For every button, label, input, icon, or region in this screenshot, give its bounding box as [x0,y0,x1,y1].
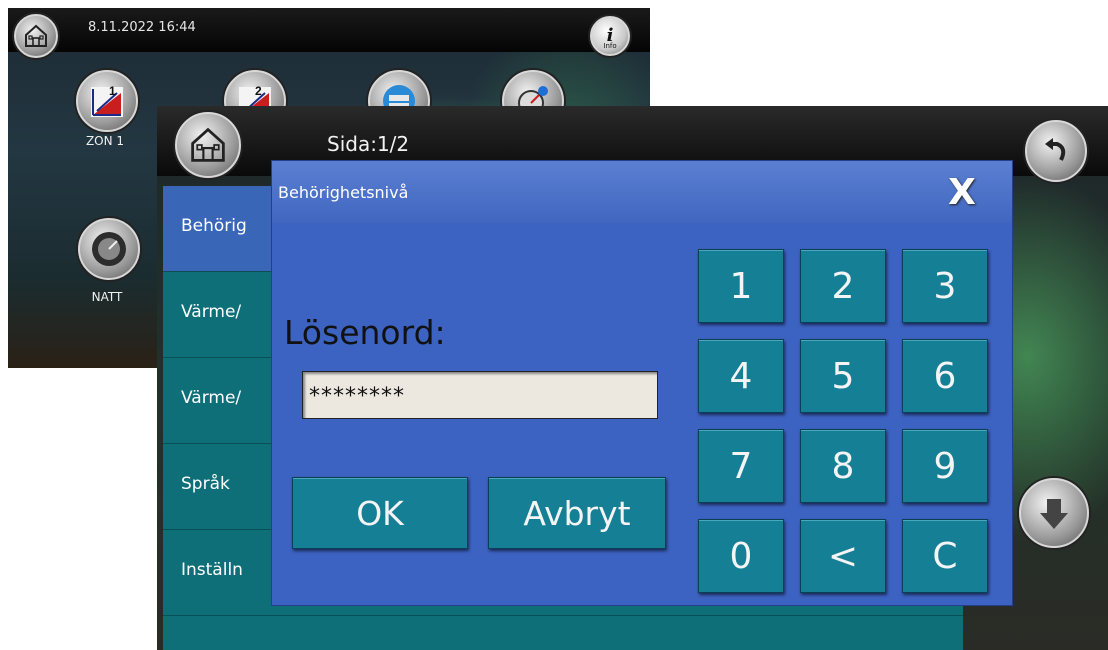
cancel-button[interactable]: Avbryt [488,477,666,549]
down-arrow-icon [1040,499,1068,529]
close-button[interactable]: X [938,169,986,217]
key-5[interactable]: 5 [800,339,886,413]
home-icon [191,127,225,162]
password-label: Lösenord: [284,313,446,352]
key-1[interactable]: 1 [698,249,784,323]
key-clear[interactable]: C [902,519,988,593]
back-button[interactable] [1025,120,1087,182]
key-backspace[interactable]: < [800,519,886,593]
zone1-button[interactable]: 1 [76,70,138,132]
night-dial-icon [92,232,126,266]
access-level-dialog: Behörighetsnivå X Lösenord: ******** OK … [271,160,1013,606]
front-home-button[interactable] [175,112,241,178]
back-arrow-icon [1045,138,1066,161]
key-6[interactable]: 6 [902,339,988,413]
zone2-badge: 2 [255,84,262,98]
key-0[interactable]: 0 [698,519,784,593]
scroll-down-button[interactable] [1019,478,1089,548]
natt-label: NATT [91,290,123,304]
key-3[interactable]: 3 [902,249,988,323]
dialog-title: Behörighetsnivå [278,183,409,202]
key-4[interactable]: 4 [698,339,784,413]
info-button[interactable]: i Info [590,16,630,56]
key-2[interactable]: 2 [800,249,886,323]
key-9[interactable]: 9 [902,429,988,503]
key-7[interactable]: 7 [698,429,784,503]
info-label: Info [603,42,617,50]
home-icon [25,24,47,47]
password-field[interactable]: ******** [302,371,658,419]
ok-button[interactable]: OK [292,477,468,549]
back-home-button[interactable] [14,14,58,58]
datetime-display: 8.11.2022 16:44 [88,20,196,35]
zone1-chart-icon: 1 [91,84,123,117]
key-8[interactable]: 8 [800,429,886,503]
zone1-label: ZON 1 [85,134,125,148]
zone1-badge: 1 [109,84,116,98]
page-indicator: Sida:1/2 [327,132,410,156]
natt-button[interactable] [78,218,140,280]
